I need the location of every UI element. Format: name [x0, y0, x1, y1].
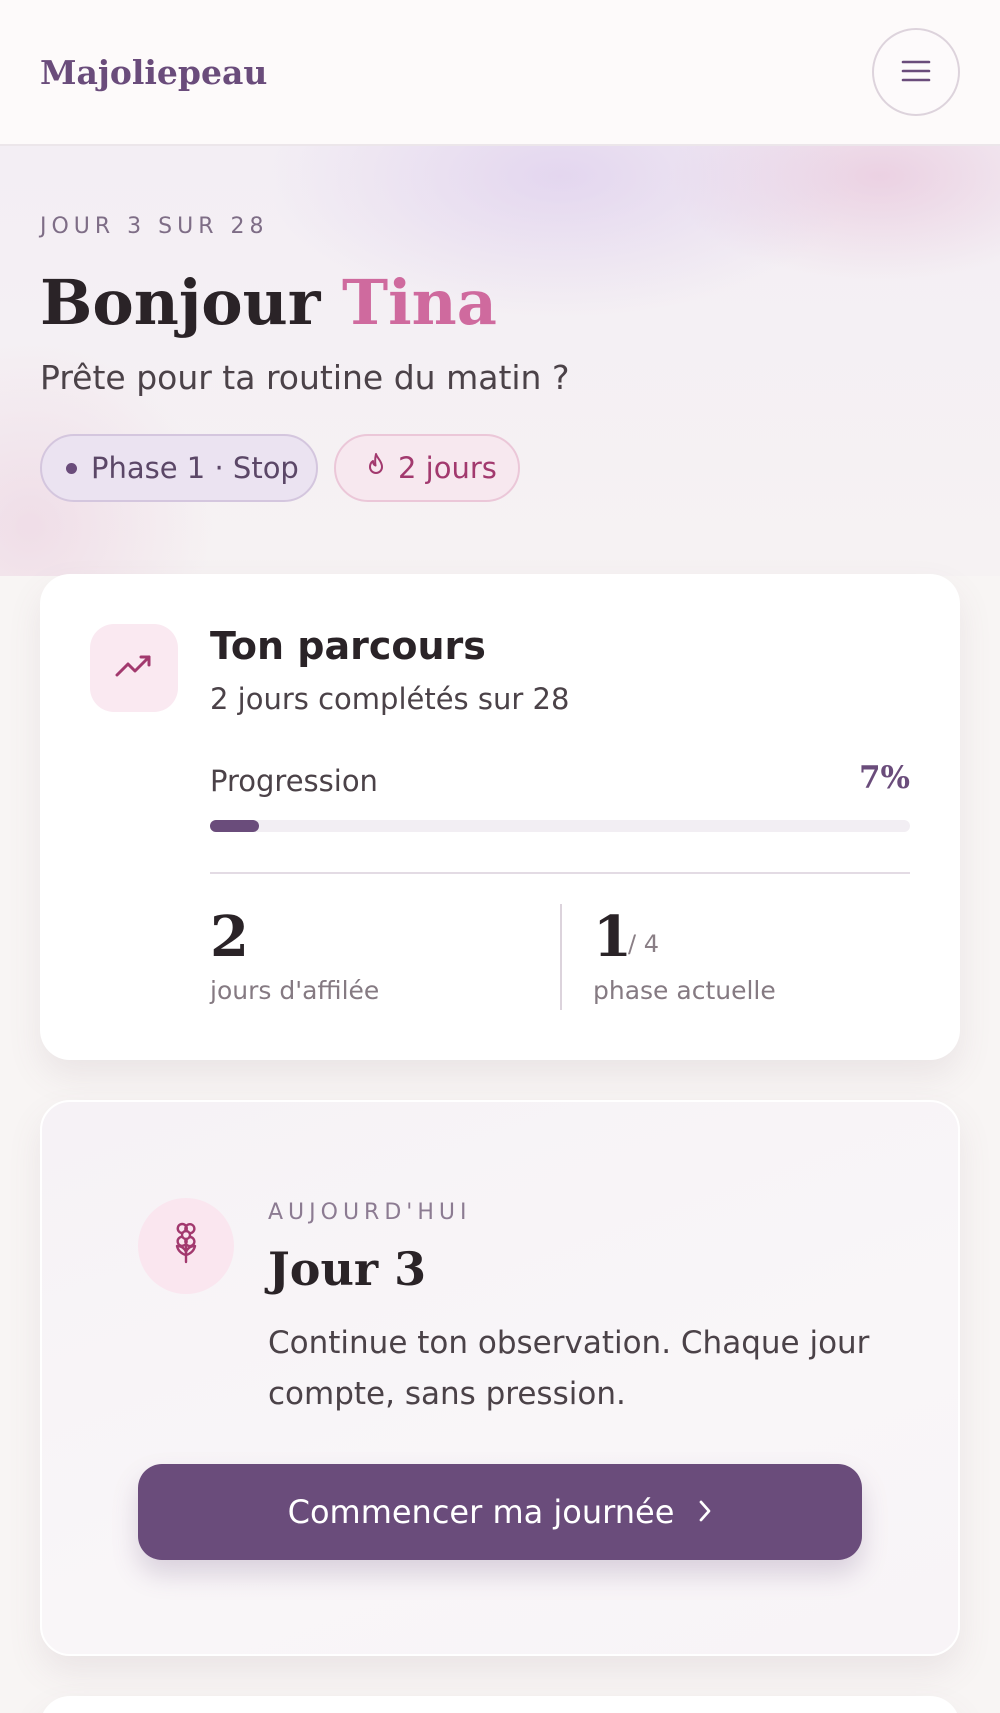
start-day-button[interactable]: Commencer ma journée — [138, 1464, 862, 1560]
current-phase-value: 1 — [593, 904, 632, 970]
top-bar: Majoliepeau — [0, 0, 1000, 146]
current-phase-total: / 4 — [628, 930, 659, 958]
hero-section: JOUR 3 SUR 28 Bonjour Tina Prête pour ta… — [0, 146, 1000, 576]
streak-chip-label: 2 jours — [398, 451, 497, 485]
progress-bar — [210, 820, 910, 832]
streak-days-value: 2 — [210, 904, 249, 970]
journey-icon-tile — [90, 624, 178, 712]
today-icon-tile — [138, 1198, 234, 1294]
today-description: Continue ton observation. Chaque jour co… — [268, 1325, 870, 1412]
stats-separator — [560, 904, 562, 1010]
journey-subtitle: 2 jours complétés sur 28 — [210, 682, 570, 716]
progress-label: Progression — [210, 764, 378, 798]
day-counter: JOUR 3 SUR 28 — [40, 214, 269, 239]
hamburger-menu-icon — [901, 59, 931, 86]
next-card — [40, 1696, 960, 1713]
journey-card: Ton parcours 2 jours complétés sur 28 Pr… — [40, 574, 960, 1060]
phase-chip[interactable]: Phase 1 · Stop — [40, 434, 318, 502]
menu-button[interactable] — [872, 28, 960, 116]
current-phase-label: phase actuelle — [593, 976, 776, 1005]
phase-chip-label: Phase 1 · Stop — [91, 451, 299, 485]
greeting-heading: Bonjour Tina — [40, 266, 497, 339]
today-eyebrow: AUJOURD'HUI — [268, 1200, 472, 1225]
today-card: AUJOURD'HUI Jour 3 Continue ton observat… — [40, 1100, 960, 1656]
progress-bar-fill — [210, 820, 259, 832]
start-day-button-label: Commencer ma journée — [287, 1493, 675, 1531]
trending-up-icon — [114, 652, 154, 684]
greeting-subtitle: Prête pour ta routine du matin ? — [40, 358, 570, 397]
journey-title: Ton parcours — [210, 624, 486, 668]
flame-icon — [364, 451, 398, 486]
user-name: Tina — [341, 266, 497, 339]
today-title: Jour 3 — [268, 1242, 427, 1296]
streak-chip[interactable]: 2 jours — [334, 434, 520, 502]
phase-dot-icon — [66, 462, 77, 474]
chevron-right-icon — [674, 1493, 712, 1531]
flower-icon — [168, 1222, 204, 1270]
divider — [210, 872, 910, 874]
brand-logo[interactable]: Majoliepeau — [40, 53, 267, 92]
progress-value: 7% — [858, 760, 910, 796]
streak-days-label: jours d'affilée — [210, 976, 380, 1005]
greeting-word: Bonjour — [40, 266, 321, 339]
